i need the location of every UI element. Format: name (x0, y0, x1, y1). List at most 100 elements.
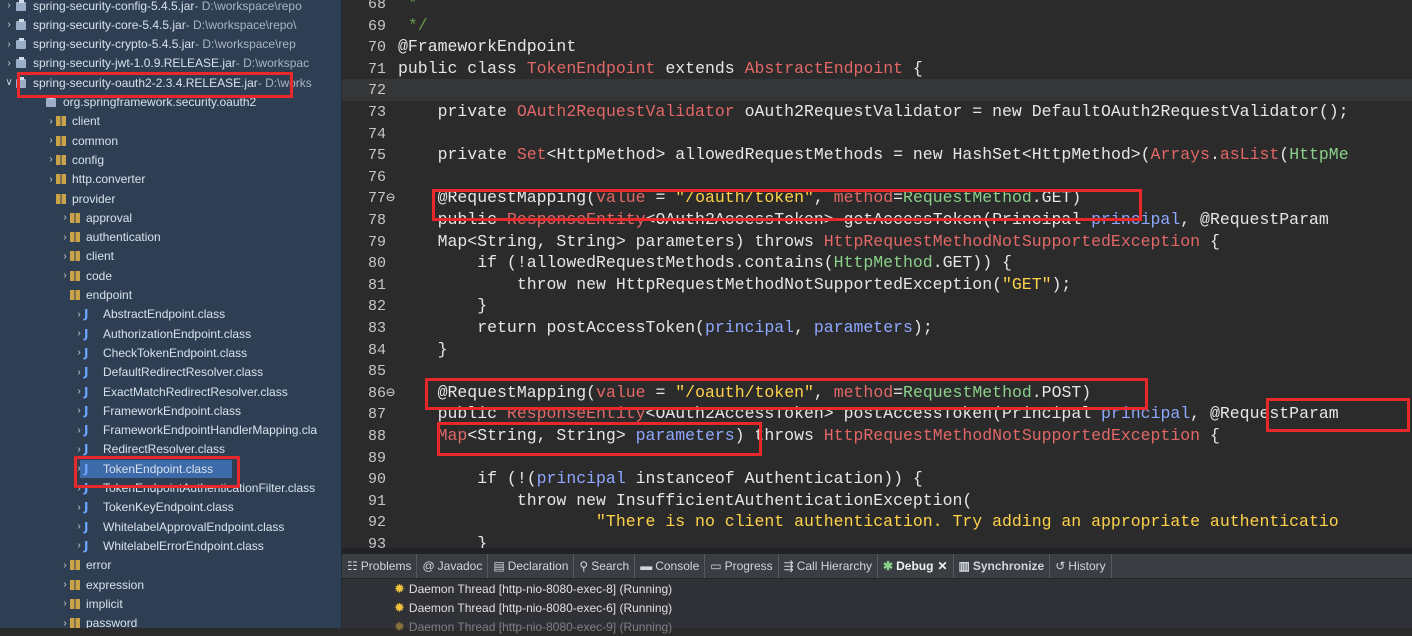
code-line[interactable]: 78 public ResponseEntity<OAuth2AccessTok… (342, 209, 1412, 231)
thread-item[interactable]: ✹ Daemon Thread [http-nio-8080-exec-8] (R… (394, 580, 672, 598)
tree-item[interactable]: › spring-security-config-5.4.5.jar - D:\w… (0, 0, 341, 15)
code-line[interactable]: 77⊖ @RequestMapping(value = "/oauth/toke… (342, 187, 1412, 209)
chevron-icon[interactable]: › (74, 540, 84, 551)
code-line[interactable]: 90 if (!(principal instanceof Authentica… (342, 468, 1412, 490)
chevron-icon[interactable]: › (74, 405, 84, 416)
code-line[interactable]: 70 @FrameworkEndpoint (342, 36, 1412, 58)
tab-problems[interactable]: ☷ Problems (342, 554, 418, 578)
chevron-icon[interactable]: › (74, 521, 84, 532)
tab-declaration[interactable]: ▤ Declaration (488, 554, 575, 578)
tree-item[interactable]: › client (0, 247, 341, 266)
tab-progress[interactable]: ▭ Progress (705, 554, 779, 578)
chevron-icon[interactable]: › (46, 174, 56, 185)
tab-history[interactable]: ↺ History (1050, 554, 1112, 578)
code-line[interactable]: 84 } (342, 339, 1412, 361)
code-line[interactable]: 82 } (342, 295, 1412, 317)
code-line[interactable]: 89 (342, 447, 1412, 469)
code-line[interactable]: 76 (342, 166, 1412, 188)
tree-item[interactable]: › J DefaultRedirectResolver.class (0, 363, 341, 382)
tree-item[interactable]: › code (0, 266, 341, 285)
code-line[interactable]: 80 if (!allowedRequestMethods.contains(H… (342, 252, 1412, 274)
tree-item[interactable]: › spring-security-core-5.4.5.jar - D:\wor… (0, 15, 341, 34)
tree-item[interactable]: › http.converter (0, 170, 341, 189)
tree-item[interactable]: endpoint (0, 286, 341, 305)
tree-item[interactable]: › authentication (0, 228, 341, 247)
code-line[interactable]: 73 private OAuth2RequestValidator oAuth2… (342, 101, 1412, 123)
tree-item[interactable]: provider (0, 189, 341, 208)
code-line[interactable]: 87 public ResponseEntity<OAuth2AccessTok… (342, 403, 1412, 425)
tree-item[interactable]: › J CheckTokenEndpoint.class (0, 343, 341, 362)
chevron-icon[interactable]: › (74, 386, 84, 397)
chevron-icon[interactable]: › (74, 483, 84, 494)
code-line[interactable]: 86⊖ @RequestMapping(value = "/oauth/toke… (342, 382, 1412, 404)
tree-item[interactable]: › J FrameworkEndpointHandlerMapping.cla (0, 421, 341, 440)
chevron-icon[interactable]: › (74, 347, 84, 358)
code-line[interactable]: 69 */ (342, 15, 1412, 37)
tab-synchronize[interactable]: ▥ Synchronize (954, 554, 1051, 578)
tree-item[interactable]: › J ExactMatchRedirectResolver.class (0, 382, 341, 401)
chevron-icon[interactable]: › (74, 309, 84, 320)
code-editor[interactable]: 68 * 69 */70 @FrameworkEndpoint 71 public cl… (342, 0, 1412, 548)
code-line[interactable]: 79 Map<String, String> parameters) throw… (342, 231, 1412, 253)
chevron-icon[interactable]: › (74, 444, 84, 455)
tree-item[interactable]: › J WhitelabelErrorEndpoint.class (0, 536, 341, 555)
chevron-icon[interactable]: › (46, 154, 56, 165)
thread-item[interactable]: ✹ Daemon Thread [http-nio-8080-exec-9] (R… (394, 618, 672, 636)
chevron-icon[interactable]: › (74, 328, 84, 339)
tree-item[interactable]: › J FrameworkEndpoint.class (0, 401, 341, 420)
tree-item[interactable]: › J TokenEndpoint.class (0, 459, 341, 478)
chevron-icon[interactable]: › (4, 0, 14, 11)
tree-item[interactable]: › J AuthorizationEndpoint.class (0, 324, 341, 343)
chevron-icon[interactable]: › (60, 251, 70, 262)
tree-item[interactable]: ∨ spring-security-oauth2-2.3.4.RELEASE.ja… (0, 73, 341, 92)
thread-item[interactable]: ✹ Daemon Thread [http-nio-8080-exec-6] (R… (394, 599, 672, 617)
chevron-icon[interactable]: › (46, 116, 56, 127)
tab-javadoc[interactable]: @ Javadoc (417, 554, 489, 578)
code-line[interactable]: 68 * (342, 0, 1412, 15)
chevron-icon[interactable]: › (60, 270, 70, 281)
chevron-icon[interactable]: › (74, 425, 84, 436)
tree-item[interactable]: › approval (0, 208, 341, 227)
chevron-icon[interactable]: › (74, 463, 84, 474)
tree-item[interactable]: › error (0, 556, 341, 575)
code-line[interactable]: 81 throw new HttpRequestMethodNotSupport… (342, 274, 1412, 296)
code-line[interactable]: 88 Map<String, String> parameters) throw… (342, 425, 1412, 447)
chevron-icon[interactable]: › (60, 598, 70, 609)
tree-item[interactable]: org.springframework.security.oauth2 (0, 93, 341, 112)
code-line[interactable]: 74 (342, 123, 1412, 145)
chevron-icon[interactable]: › (60, 618, 70, 628)
code-line[interactable]: 83 return postAccessToken(principal, par… (342, 317, 1412, 339)
code-line[interactable]: 71 public class TokenEndpoint extends Abs… (342, 58, 1412, 80)
chevron-icon[interactable]: › (46, 135, 56, 146)
tab-console[interactable]: ▬ Console (635, 554, 706, 578)
tree-item[interactable]: › client (0, 112, 341, 131)
code-line[interactable]: 72 (342, 79, 1412, 102)
chevron-icon[interactable]: › (74, 502, 84, 513)
tree-item[interactable]: › config (0, 150, 341, 169)
tree-item[interactable]: › spring-security-crypto-5.4.5.jar - D:\w… (0, 35, 341, 54)
code-line[interactable]: 91 throw new InsufficientAuthenticationE… (342, 490, 1412, 512)
chevron-icon[interactable]: ∨ (4, 77, 14, 88)
chevron-icon[interactable]: › (4, 19, 14, 30)
chevron-icon[interactable]: › (60, 232, 70, 243)
tab-debug[interactable]: ✱ Debug ✕ (878, 554, 954, 578)
code-line[interactable]: 92 "There is no client authentication. T… (342, 511, 1412, 533)
chevron-icon[interactable]: › (60, 560, 70, 571)
tree-item[interactable]: › J WhitelabelApprovalEndpoint.class (0, 517, 341, 536)
close-icon[interactable]: ✕ (937, 559, 947, 573)
chevron-icon[interactable]: › (4, 58, 14, 69)
chevron-icon[interactable]: › (60, 212, 70, 223)
tab-call-hierarchy[interactable]: ⇶ Call Hierarchy (779, 554, 879, 578)
chevron-icon[interactable]: › (4, 39, 14, 50)
code-line[interactable]: 93 } (342, 533, 1412, 548)
tree-item[interactable]: › J TokenKeyEndpoint.class (0, 498, 341, 517)
tree-item[interactable]: › J AbstractEndpoint.class (0, 305, 341, 324)
code-line[interactable]: 75 private Set<HttpMethod> allowedReques… (342, 144, 1412, 166)
tree-item[interactable]: › J RedirectResolver.class (0, 440, 341, 459)
tab-search[interactable]: ⚲ Search (574, 554, 636, 578)
tree-item[interactable]: › implicit (0, 594, 341, 613)
chevron-icon[interactable]: › (60, 579, 70, 590)
tree-item[interactable]: › common (0, 131, 341, 150)
tree-item[interactable]: › expression (0, 575, 341, 594)
code-line[interactable]: 85 (342, 360, 1412, 382)
